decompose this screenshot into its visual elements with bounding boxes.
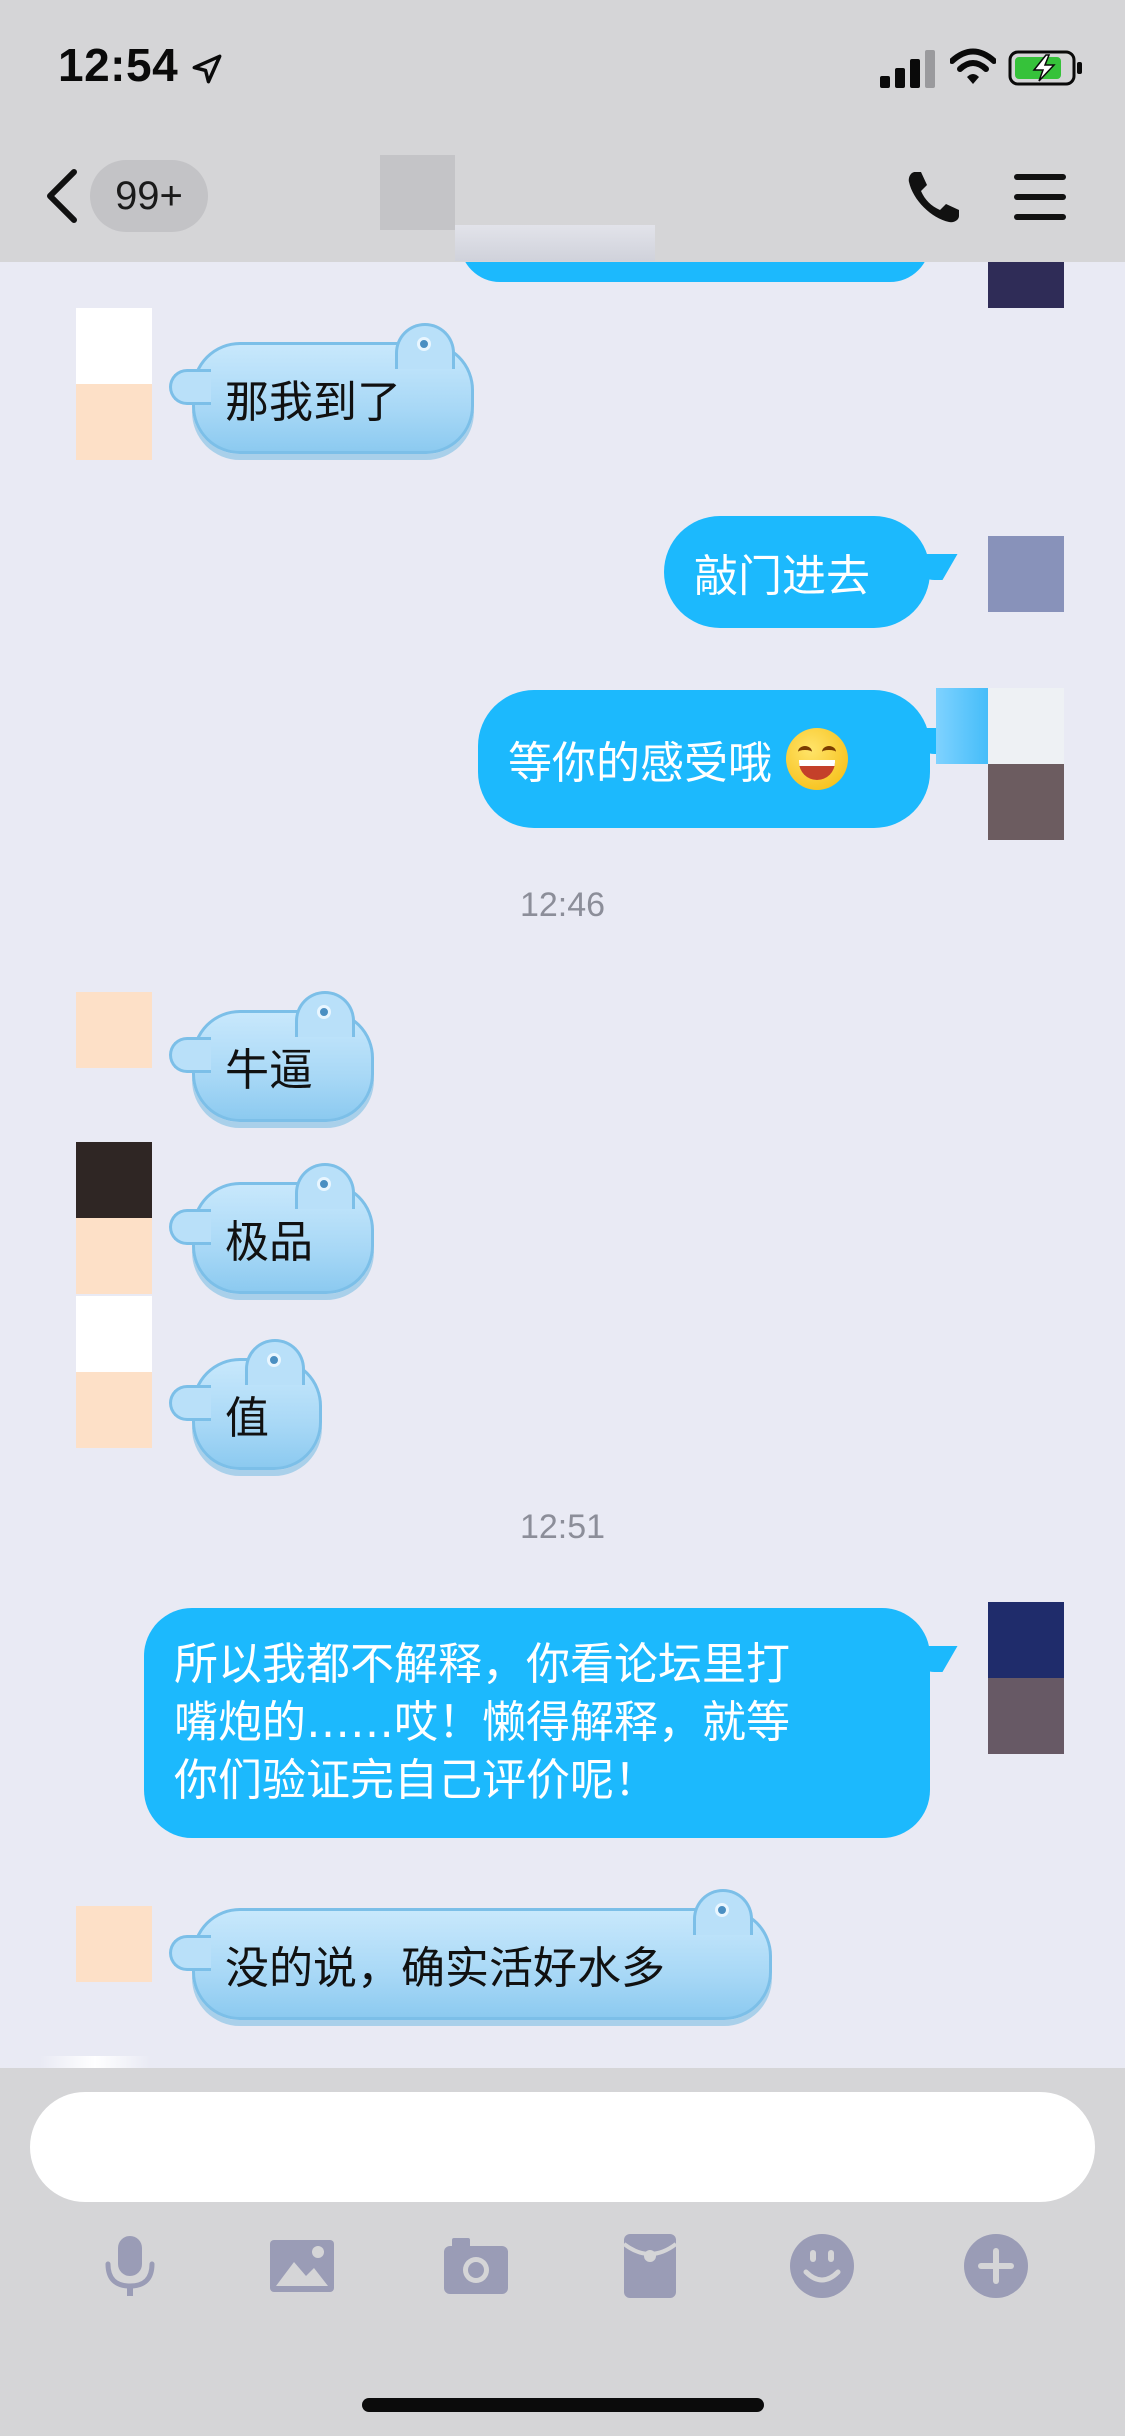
phone-call-icon[interactable]: [905, 168, 963, 226]
emoji-icon[interactable]: [786, 2230, 858, 2302]
image-icon[interactable]: [266, 2230, 338, 2302]
incoming-message-bubble[interactable]: 极品: [169, 1163, 374, 1294]
battery-charging-icon: [1008, 50, 1082, 86]
clipped-avatar: [40, 2056, 150, 2068]
clipped-message-bubble[interactable]: [460, 262, 930, 282]
menu-icon[interactable]: [1012, 170, 1068, 224]
avatar-blur-edge: [936, 688, 988, 764]
plus-icon[interactable]: [960, 2230, 1032, 2302]
message-input[interactable]: [30, 2092, 1095, 2202]
message-text-line: 嘴炮的……哎！懒得解释，就等: [174, 1697, 790, 1748]
message-text: 牛逼: [225, 1045, 313, 1096]
avatar-self[interactable]: [988, 688, 1064, 840]
outgoing-message-bubble[interactable]: 等你的感受哦: [478, 690, 958, 828]
outgoing-message-bubble[interactable]: 所以我都不解释，你看论坛里打 嘴炮的……哎！懒得解释，就等 你们验证完自己评价呢…: [144, 1608, 958, 1838]
home-indicator[interactable]: [362, 2398, 764, 2412]
message-text: 敲门进去: [694, 551, 870, 602]
microphone-icon[interactable]: [94, 2230, 166, 2302]
status-time: 12:54: [58, 39, 179, 91]
incoming-message-bubble[interactable]: 值: [169, 1339, 322, 1470]
top-bar: 12:54 99+: [0, 0, 1125, 262]
incoming-message-bubble[interactable]: 牛逼: [169, 991, 374, 1122]
incoming-message-bubble[interactable]: 那我到了: [169, 323, 474, 454]
message-text: 值: [225, 1393, 269, 1444]
input-bar: [0, 2068, 1125, 2436]
avatar-contact[interactable]: [76, 1906, 152, 1982]
cellular-signal-icon: [880, 50, 935, 88]
avatar-contact[interactable]: [76, 992, 152, 1068]
camera-icon[interactable]: [440, 2230, 512, 2302]
message-text: 那我到了: [225, 377, 401, 428]
chat-message-list[interactable]: 那我到了 敲门进去 等你的感受哦 12:46 牛逼 极品 值 12:51 所以我…: [0, 262, 1125, 2068]
red-packet-icon[interactable]: [614, 2230, 686, 2302]
grinning-emoji-icon: [786, 728, 848, 790]
wifi-icon: [950, 48, 996, 84]
avatar-self[interactable]: [988, 262, 1064, 308]
message-timestamp: 12:51: [519, 1508, 606, 1546]
unread-count-badge[interactable]: 99+: [90, 160, 208, 232]
location-arrow-icon: [192, 54, 222, 84]
avatar-contact[interactable]: [76, 1296, 152, 1448]
avatar-contact[interactable]: [76, 308, 152, 460]
avatar-self[interactable]: [988, 1602, 1064, 1754]
message-text: 极品: [225, 1217, 313, 1268]
message-timestamp: 12:46: [519, 886, 606, 924]
contact-name-redacted-strip: [455, 225, 655, 261]
contact-name-redacted: [380, 155, 455, 230]
message-text-line: 你们验证完自己评价呢！: [174, 1755, 658, 1806]
message-text: 等你的感受哦: [508, 738, 772, 789]
avatar-self[interactable]: [988, 536, 1064, 612]
outgoing-message-bubble[interactable]: 敲门进去: [664, 516, 958, 628]
back-chevron-icon[interactable]: [42, 166, 82, 226]
message-text-line: 所以我都不解释，你看论坛里打: [174, 1639, 790, 1690]
incoming-message-bubble[interactable]: 没的说，确实活好水多: [169, 1889, 772, 2020]
message-text: 没的说，确实活好水多: [225, 1943, 665, 1994]
avatar-contact[interactable]: [76, 1142, 152, 1294]
